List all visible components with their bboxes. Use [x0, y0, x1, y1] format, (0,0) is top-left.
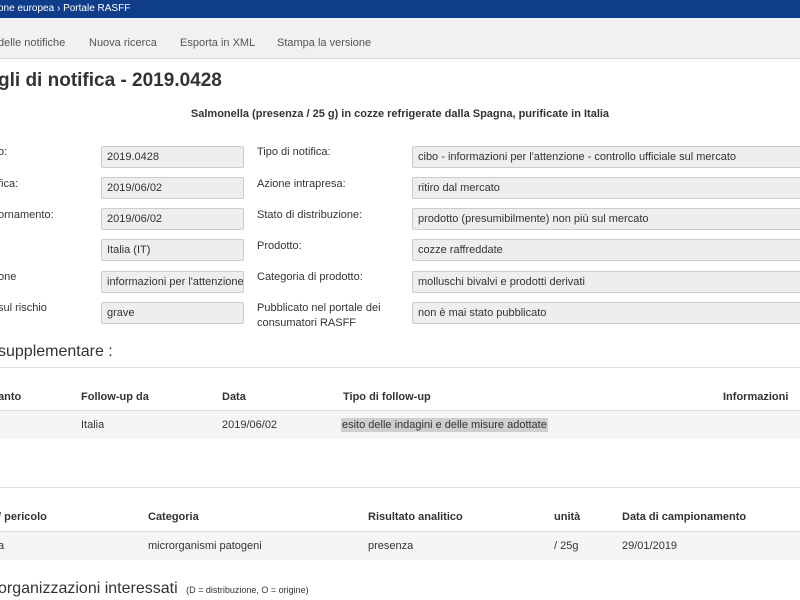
- organizations-title-text: organizzazioni interessati: [0, 580, 178, 597]
- followup-cell-by: Italia: [81, 419, 105, 431]
- hazard-header-unit: unità: [554, 511, 581, 523]
- field-label-product: Prodotto:: [257, 240, 302, 252]
- field-label-classification: one: [0, 271, 17, 283]
- field-label-product-category: Categoria di prodotto:: [257, 271, 363, 283]
- field-label-published-portal: Pubblicato nel portale dei consumatori R…: [257, 301, 381, 331]
- organizations-section-title: organizzazioni interessati (D = distribu…: [0, 580, 309, 598]
- field-label-reference: o:: [0, 146, 8, 158]
- action-nav: delle notifiche Nuova ricerca Esporta in…: [0, 18, 800, 59]
- hazard-header-result: Risultato analitico: [368, 511, 463, 523]
- followup-header-type: Tipo di follow-up: [343, 391, 431, 403]
- hazard-cell-unit: / 25g: [554, 540, 579, 552]
- field-label-action-taken: Azione intrapresa:: [257, 178, 346, 190]
- followup-section-title: supplementare :: [0, 343, 113, 360]
- hazard-cell-hazard: a: [0, 540, 5, 552]
- field-value-country: Italia (IT): [101, 239, 244, 261]
- breadcrumb-separator: ›: [56, 3, 61, 14]
- hazard-header-hazard: / pericolo: [0, 511, 47, 523]
- nav-new-search[interactable]: Nuova ricerca: [89, 18, 157, 68]
- field-value-product: cozze raffreddate: [412, 239, 800, 261]
- hazard-header-sampling-date: Data di campionamento: [622, 511, 747, 523]
- field-label-notification-type: Tipo di notifica:: [257, 146, 331, 158]
- nav-notifications-list[interactable]: delle notifiche: [0, 18, 65, 68]
- breadcrumb-link-eu[interactable]: one europea: [0, 3, 54, 14]
- field-value-reference: 2019.0428: [101, 146, 244, 168]
- breadcrumb-link-rasff[interactable]: Portale RASFF: [63, 3, 130, 14]
- field-label-update-date: ornamento:: [0, 209, 54, 221]
- divider: [0, 531, 800, 532]
- field-label-notification-date: fica:: [0, 178, 19, 190]
- organizations-legend-note: (D = distribuzione, O = origine): [186, 585, 309, 595]
- nav-export-xml[interactable]: Esporta in XML: [180, 18, 255, 68]
- followup-cell-date: 2019/06/02: [222, 419, 278, 431]
- field-label-published-line2: consumatori RASFF: [257, 317, 357, 329]
- hazard-cell-sampling-date: 29/01/2019: [622, 540, 678, 552]
- field-value-classification: informazioni per l'attenzione: [101, 271, 244, 293]
- field-value-update-date: 2019/06/02: [101, 208, 244, 230]
- page-title: gli di notifica - 2019.0428: [0, 70, 222, 91]
- hazard-cell-result: presenza: [368, 540, 414, 552]
- notification-subject: Salmonella (presenza / 25 g) in cozze re…: [190, 108, 610, 120]
- nav-print-version[interactable]: Stampa la versione: [277, 18, 371, 68]
- divider: [0, 367, 800, 368]
- field-label-distribution-status: Stato di distribuzione:: [257, 209, 363, 221]
- hazard-cell-category: microrganismi patogeni: [148, 540, 262, 552]
- field-value-notification-type: cibo - informazioni per l'attenzione - c…: [412, 146, 800, 168]
- followup-cell-type: esito delle indagini e delle misure adot…: [341, 418, 548, 432]
- field-label-risk-decision: sul rischio: [0, 302, 47, 314]
- field-value-risk-decision: grave: [101, 302, 244, 324]
- field-value-distribution-status: prodotto (presumibilmente) non più sul m…: [412, 208, 800, 230]
- divider: [0, 410, 800, 411]
- breadcrumb: one europea › Portale RASFF: [0, 0, 130, 18]
- followup-header-info: Informazioni: [723, 391, 789, 403]
- field-value-notification-date: 2019/06/02: [101, 177, 244, 199]
- field-value-product-category: molluschi bivalvi e prodotti derivati: [412, 271, 800, 293]
- hazard-header-category: Categoria: [148, 511, 199, 523]
- followup-header-date: Data: [222, 391, 246, 403]
- field-label-published-line1: Pubblicato nel portale dei: [257, 302, 381, 314]
- field-value-published-portal: non è mai stato pubblicato: [412, 302, 800, 324]
- followup-header-0: anto: [0, 391, 22, 403]
- field-value-action-taken: ritiro dal mercato: [412, 177, 800, 199]
- followup-header-by: Follow-up da: [81, 391, 149, 403]
- top-breadcrumb-bar: one europea › Portale RASFF: [0, 0, 800, 18]
- divider: [0, 487, 800, 488]
